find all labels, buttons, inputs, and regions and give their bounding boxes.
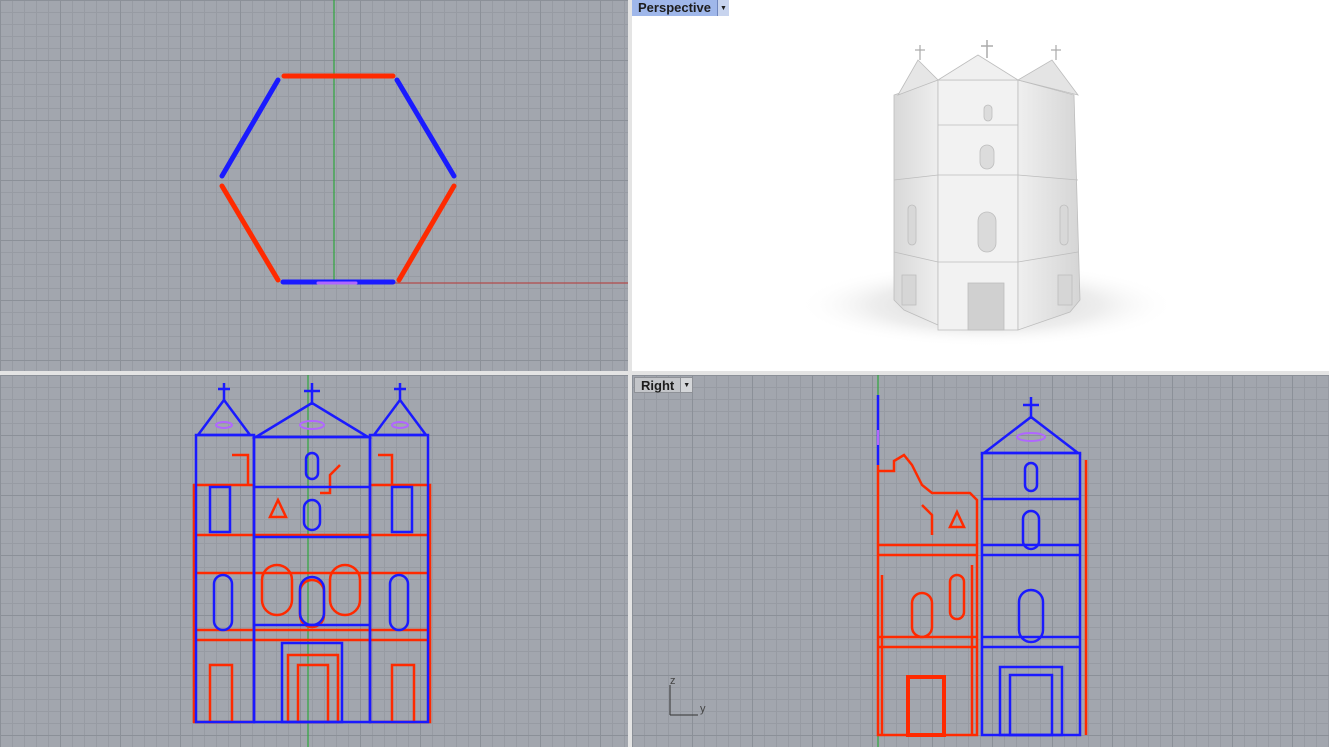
chevron-down-icon[interactable]: ▼ — [681, 377, 694, 393]
viewport-title-label[interactable]: Perspective — [632, 0, 717, 16]
rendered-tower-model — [893, 40, 1081, 331]
side-elevation[interactable] — [876, 395, 1088, 737]
chevron-down-icon[interactable]: ▼ — [717, 0, 729, 16]
hexagon-plan[interactable] — [219, 73, 457, 285]
viewport-top[interactable] — [0, 0, 628, 371]
viewport-title-right[interactable]: Right ▼ — [634, 377, 694, 393]
facade-elevation[interactable] — [192, 383, 432, 724]
axis-widget: z y — [669, 675, 706, 716]
hex-edge-lower-right[interactable] — [396, 183, 457, 283]
hex-edge-upper-right[interactable] — [394, 77, 457, 179]
front-view-canvas — [192, 375, 432, 747]
viewport-right[interactable]: Right ▼ z y — [632, 375, 1329, 747]
viewport-title-label[interactable]: Right — [634, 377, 682, 393]
hex-edge-lower-left[interactable] — [219, 183, 281, 283]
perspective-render-canvas — [797, 40, 1177, 347]
axis-y-label: y — [700, 703, 706, 715]
axis-z-label: z — [670, 675, 676, 687]
viewport-front[interactable] — [0, 375, 628, 747]
viewport-splitter-horizontal[interactable] — [0, 371, 1329, 375]
rhino-four-viewport-layout: Perspective ▼ Right ▼ z y — [0, 0, 1329, 747]
viewport-perspective[interactable]: Perspective ▼ — [632, 0, 1329, 371]
hex-edge-upper-left[interactable] — [219, 77, 281, 179]
right-view-canvas: z y — [669, 375, 1088, 747]
viewport-title-perspective[interactable]: Perspective ▼ — [632, 0, 729, 16]
top-view-canvas — [219, 0, 628, 285]
